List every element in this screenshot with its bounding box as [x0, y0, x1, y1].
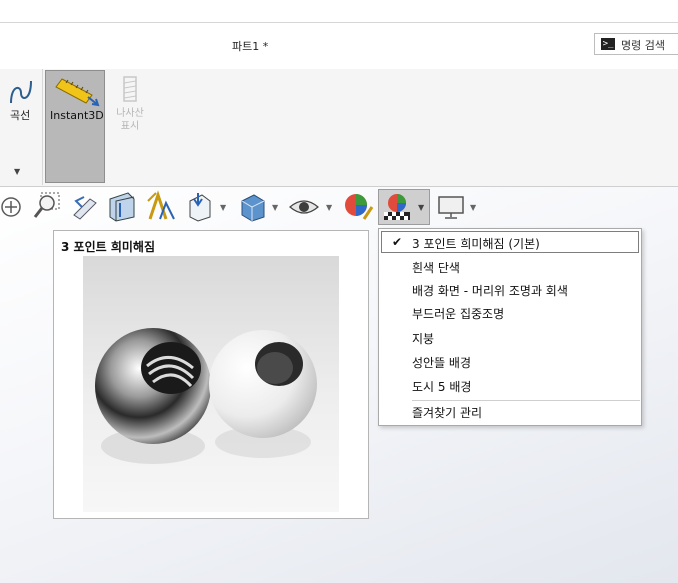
scene-menu-item-label: 3 포인트 희미해짐 (기본): [412, 237, 540, 251]
instant3d-label: Instant3D: [50, 109, 104, 122]
thread-display-label-1: 나사산: [116, 108, 144, 119]
thread-display-button[interactable]: 나사산 표시: [110, 75, 150, 132]
ribbon-separator: [42, 69, 43, 185]
edit-appearance-icon[interactable]: [342, 189, 376, 225]
scene-menu-item[interactable]: 흰색 단색: [412, 259, 460, 276]
thread-display-label-2: 표시: [120, 121, 140, 132]
checkmark-icon: ✔: [392, 235, 403, 249]
apply-scene-button[interactable]: ▼: [378, 189, 430, 225]
scene-dropdown-menu: ✔ 3 포인트 희미해짐 (기본) 흰색 단색 배경 화면 - 머리위 조명과 …: [378, 228, 642, 426]
scene-preview-image: [83, 256, 339, 512]
view-orientation-icon[interactable]: [184, 189, 214, 225]
view-orientation-dropdown-icon[interactable]: ▼: [220, 203, 226, 212]
scene-menu-item-selected[interactable]: ✔ 3 포인트 희미해짐 (기본): [381, 231, 639, 253]
display-style-dropdown-icon[interactable]: ▼: [272, 203, 278, 212]
command-search-box[interactable]: >_ 명령 검색: [594, 33, 678, 55]
ribbon-expand-arrow-icon[interactable]: ▼: [14, 167, 20, 176]
curve-icon: [10, 80, 32, 104]
menu-divider: [412, 400, 640, 401]
document-title: 파트1 *: [232, 40, 269, 53]
zoom-to-fit-icon[interactable]: [0, 189, 26, 225]
manage-favorites-item[interactable]: 즐겨찾기 관리: [412, 404, 482, 421]
scene-menu-item[interactable]: 배경 화면 - 머리위 조명과 회색: [412, 282, 568, 299]
scene-menu-item[interactable]: 도시 5 배경: [412, 378, 471, 395]
heads-up-view-toolbar: ▼ ▼ ▼ ▼ ▼: [0, 189, 480, 225]
curve-label: 곡선: [10, 109, 31, 122]
scene-menu-item[interactable]: 지붕: [412, 330, 434, 347]
zoom-to-area-icon[interactable]: [32, 189, 62, 225]
section-view-icon[interactable]: [106, 189, 138, 225]
instant3d-ruler-icon: [55, 78, 100, 107]
thread-display-icon: [123, 76, 137, 102]
view-settings-icon[interactable]: [436, 189, 466, 225]
title-bar: 파트1 * >_ 명령 검색: [0, 23, 678, 70]
command-prompt-icon: >_: [601, 38, 615, 50]
hide-show-items-icon[interactable]: [288, 189, 322, 225]
previous-view-icon[interactable]: [70, 189, 100, 225]
instant3d-button[interactable]: Instant3D: [45, 70, 105, 183]
scene-preview-tooltip: 3 포인트 희미해짐: [53, 230, 369, 519]
dynamic-annotation-icon[interactable]: [144, 189, 178, 225]
display-style-icon[interactable]: [238, 189, 268, 225]
view-settings-dropdown-icon[interactable]: ▼: [470, 203, 476, 212]
window-top-strip: [0, 0, 678, 23]
feature-ribbon: 곡선 ▼ Instant3D 나사산 표시: [0, 69, 678, 187]
scene-preview-title: 3 포인트 희미해짐: [61, 240, 155, 254]
hide-show-dropdown-icon[interactable]: ▼: [326, 203, 332, 212]
scene-menu-item[interactable]: 성안뜰 배경: [412, 354, 471, 371]
command-search-placeholder: 명령 검색: [621, 39, 665, 52]
apply-scene-dropdown-icon[interactable]: ▼: [418, 203, 424, 212]
apply-scene-icon: [384, 194, 410, 220]
curve-button[interactable]: [6, 77, 36, 110]
scene-menu-item[interactable]: 부드러운 집중조명: [412, 305, 504, 322]
